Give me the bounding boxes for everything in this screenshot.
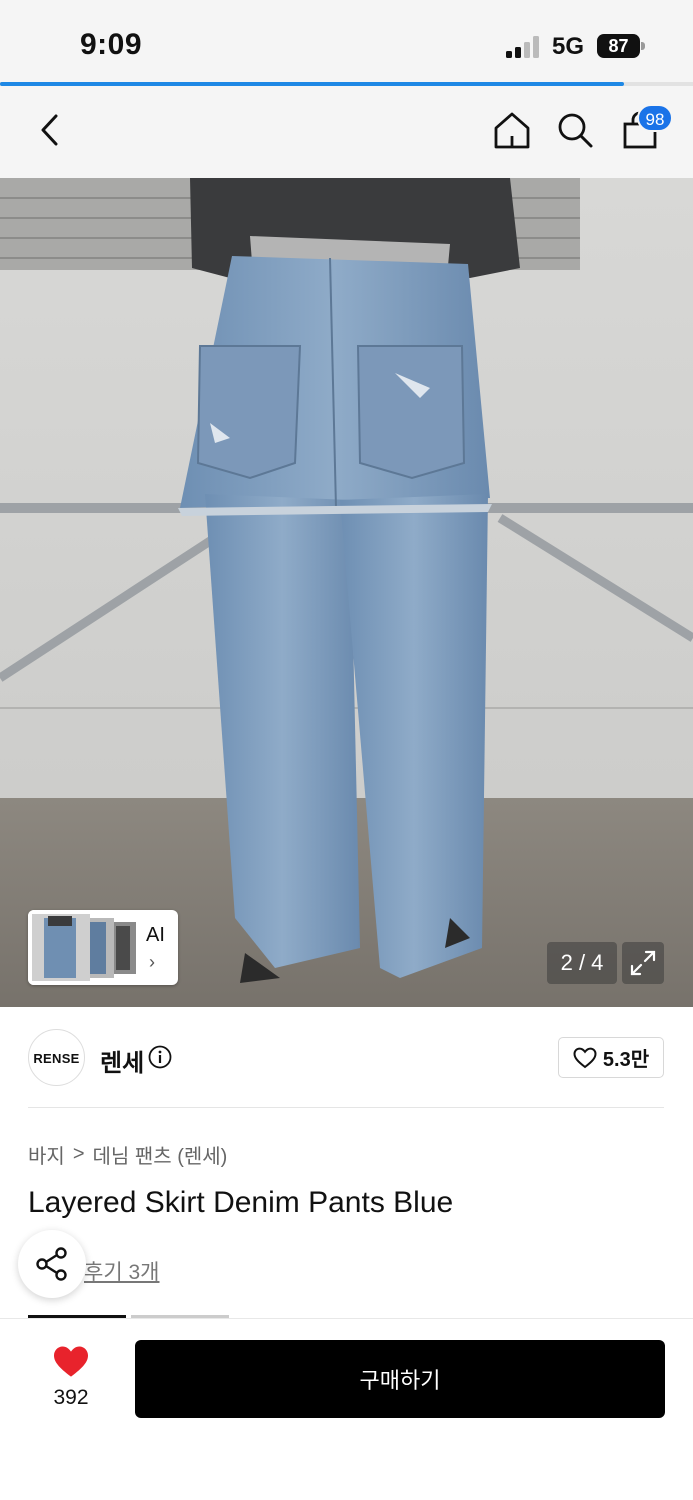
home-icon — [494, 112, 530, 149]
chevron-right-icon: › — [149, 952, 155, 972]
search-icon — [558, 113, 593, 148]
breadcrumb-item-pants[interactable]: 바지 — [28, 1140, 65, 1169]
product-title: Layered Skirt Denim Pants Blue — [28, 1186, 454, 1219]
brand-name[interactable]: 렌세 — [100, 1043, 144, 1078]
ai-similar-items-card[interactable]: AI › — [28, 910, 178, 985]
home-button[interactable] — [488, 106, 536, 154]
top-nav-bar — [0, 86, 693, 178]
wishlist-button[interactable] — [40, 1345, 102, 1384]
breadcrumb-separator: > — [72, 1143, 85, 1165]
breadcrumb: 바지 > 데님 팬츠 (렌세) — [28, 1140, 227, 1169]
review-link[interactable]: 후기 3개 — [84, 1256, 159, 1286]
battery-level: 87 — [597, 34, 640, 58]
brand-logo[interactable]: RENSE — [28, 1029, 85, 1086]
cart-count-badge: 98 — [637, 104, 673, 132]
brand-like-count: 5.3만 — [602, 1049, 650, 1071]
status-time: 9:09 — [80, 28, 143, 61]
battery-icon: 87 — [597, 34, 645, 58]
product-photo-illustration — [0, 178, 693, 1007]
product-image[interactable] — [0, 178, 693, 1007]
status-bar: 9:09 5G 87 — [0, 0, 693, 84]
share-icon — [36, 1247, 67, 1281]
share-button[interactable] — [18, 1230, 86, 1298]
breadcrumb-item-denim-pants[interactable]: 데님 팬츠 (렌세) — [93, 1140, 228, 1169]
back-button[interactable] — [26, 106, 74, 154]
cellular-signal-icon — [506, 36, 539, 58]
info-icon[interactable] — [148, 1045, 172, 1069]
expand-icon — [630, 950, 656, 976]
divider — [28, 1107, 664, 1108]
heart-outline-icon — [573, 1047, 597, 1068]
thumbnail-strip — [28, 910, 138, 985]
buy-button[interactable]: 구매하기 — [135, 1340, 665, 1418]
expand-image-button[interactable] — [622, 942, 664, 984]
ai-label: AI — [146, 924, 165, 946]
image-counter: 2 / 4 — [547, 942, 617, 984]
network-type: 5G — [552, 33, 585, 60]
search-button[interactable] — [551, 106, 599, 154]
heart-filled-icon — [54, 1346, 88, 1377]
chevron-left-icon — [41, 114, 58, 146]
brand-like-button[interactable]: 5.3만 — [558, 1037, 664, 1078]
wishlist-count: 392 — [53, 1386, 89, 1409]
